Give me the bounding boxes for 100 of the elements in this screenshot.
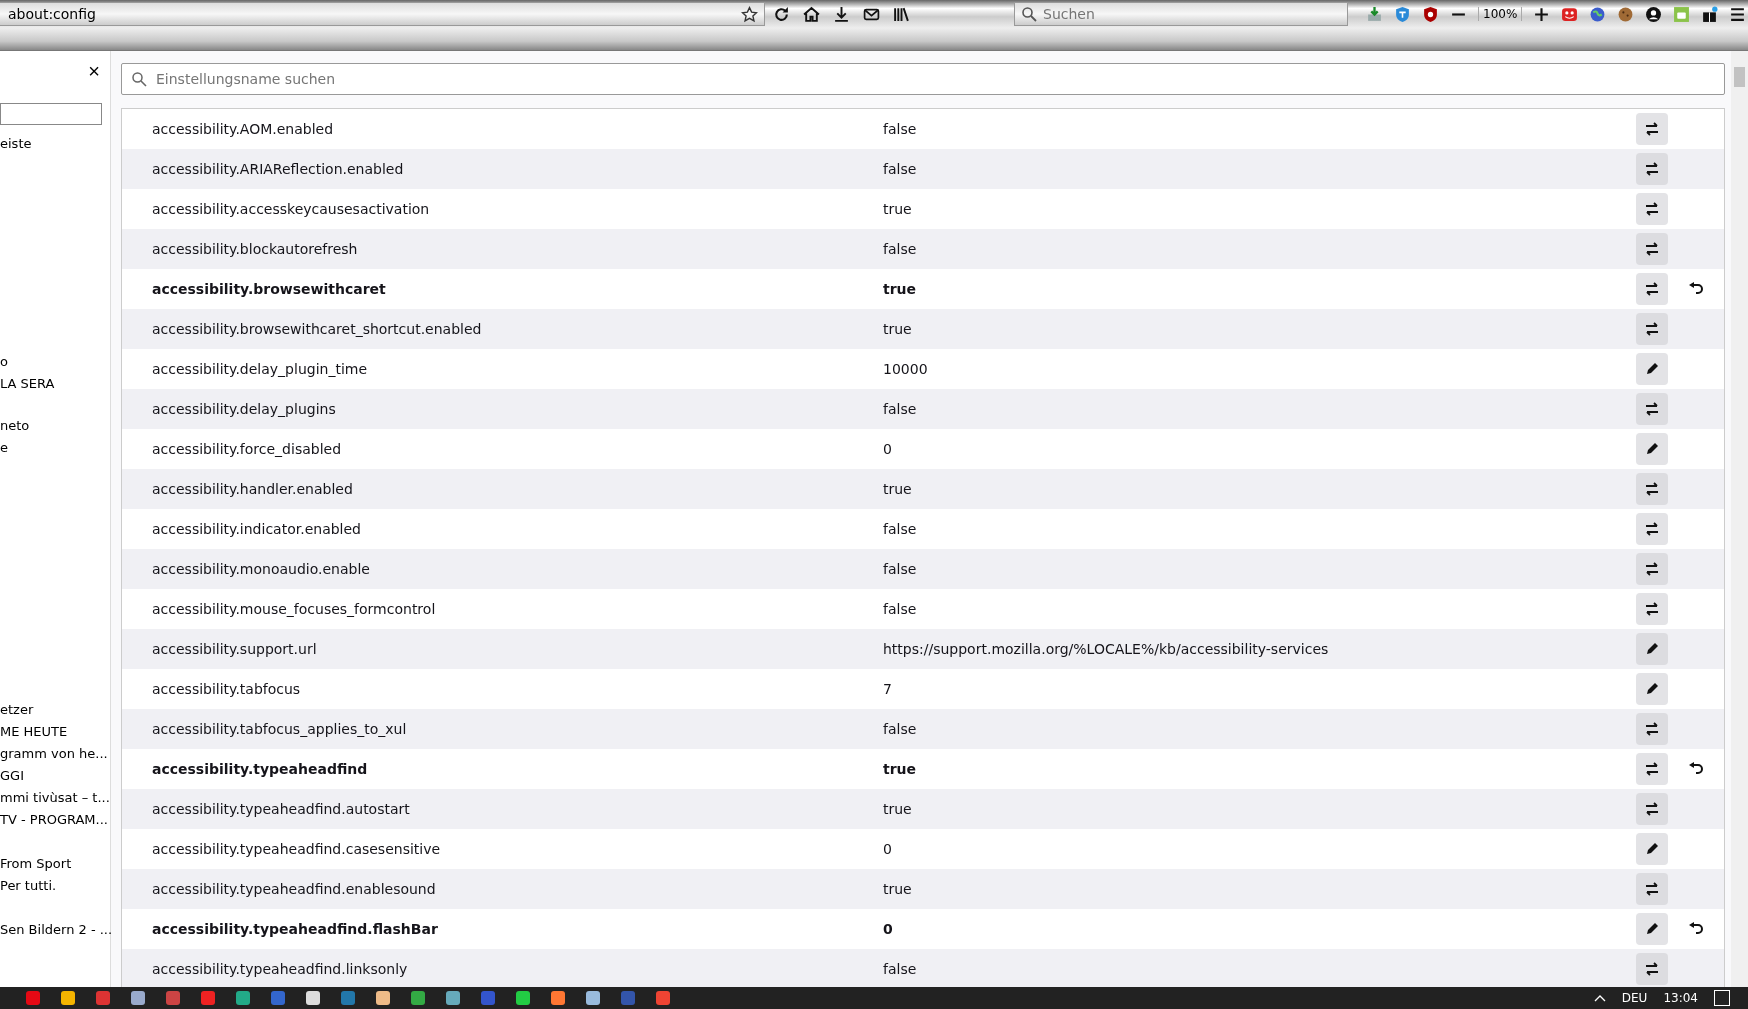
library-icon[interactable] bbox=[893, 5, 910, 23]
toggle-button[interactable] bbox=[1636, 393, 1668, 425]
scrollbar-thumb[interactable] bbox=[1734, 67, 1745, 87]
language-indicator[interactable]: DEU bbox=[1621, 991, 1648, 1005]
toggle-button[interactable] bbox=[1636, 233, 1668, 265]
preference-name: accessibility.typeaheadfind.enablesound bbox=[151, 881, 437, 897]
reload-icon[interactable] bbox=[773, 5, 790, 23]
preference-value: false bbox=[883, 961, 918, 977]
preference-value: false bbox=[883, 521, 918, 537]
globe-icon[interactable] bbox=[1589, 5, 1607, 23]
edit-button[interactable] bbox=[1636, 353, 1668, 385]
edit-button[interactable] bbox=[1636, 433, 1668, 465]
url-text: about:config bbox=[8, 6, 96, 22]
swap-arrows-icon bbox=[1644, 561, 1660, 577]
download-icon[interactable] bbox=[833, 5, 850, 23]
toggle-button[interactable] bbox=[1636, 753, 1668, 785]
swap-arrows-icon bbox=[1644, 121, 1660, 137]
preference-name: accessibility.delay_plugins bbox=[151, 401, 337, 417]
preference-value: true bbox=[883, 281, 918, 297]
toggle-button[interactable] bbox=[1636, 153, 1668, 185]
preference-value: 0 bbox=[883, 921, 894, 937]
account-icon[interactable] bbox=[1645, 5, 1663, 23]
preference-value: https://support.mozilla.org/%LOCALE%/kb/accessibility-services bbox=[883, 641, 1330, 657]
bookmark-item[interactable]: GGI bbox=[0, 765, 110, 787]
clock[interactable]: 13:04 bbox=[1663, 991, 1698, 1005]
bookmark-item[interactable]: Sen Bildern 2 - ... bbox=[0, 919, 110, 941]
tray-download-icon[interactable] bbox=[1366, 5, 1383, 23]
toggle-button[interactable] bbox=[1636, 473, 1668, 505]
swap-arrows-icon bbox=[1644, 961, 1660, 977]
preference-name: accessibility.typeaheadfind.autostart bbox=[151, 801, 411, 817]
face-icon[interactable] bbox=[1561, 5, 1579, 23]
bookmark-item[interactable]: gramm von he... bbox=[0, 743, 110, 765]
bookmark-item[interactable]: From Sport bbox=[0, 853, 110, 875]
sidebar-search-field[interactable] bbox=[0, 103, 102, 125]
web-search-field[interactable]: Suchen bbox=[1014, 2, 1348, 26]
scrollbar[interactable] bbox=[1731, 51, 1748, 987]
toggle-button[interactable] bbox=[1636, 313, 1668, 345]
preference-value: true bbox=[883, 881, 913, 897]
close-button[interactable]: × bbox=[88, 61, 100, 81]
pencil-icon bbox=[1644, 361, 1660, 377]
zoom-in-icon[interactable] bbox=[1533, 5, 1551, 23]
bookmark-item[interactable]: LA SERA bbox=[0, 373, 110, 395]
toggle-button[interactable] bbox=[1636, 273, 1668, 305]
toggle-button[interactable] bbox=[1636, 513, 1668, 545]
home-icon[interactable] bbox=[803, 5, 820, 23]
preference-name: accessibility.blockautorefresh bbox=[151, 241, 359, 257]
toggle-button[interactable] bbox=[1636, 713, 1668, 745]
toggle-button[interactable] bbox=[1636, 113, 1668, 145]
gift-icon[interactable] bbox=[1701, 5, 1719, 23]
bookmark-item[interactable]: mmi tivùsat – t... bbox=[0, 787, 110, 809]
preference-value: true bbox=[883, 801, 913, 817]
url-bar[interactable]: about:config bbox=[0, 2, 765, 26]
reset-icon[interactable] bbox=[1688, 281, 1704, 297]
pencil-icon bbox=[1644, 921, 1660, 937]
notification-icon[interactable] bbox=[1714, 990, 1730, 1006]
toggle-button[interactable] bbox=[1636, 793, 1668, 825]
preference-value: false bbox=[883, 121, 918, 137]
preference-value: false bbox=[883, 241, 918, 257]
bookmark-item[interactable]: TV - PROGRAM... bbox=[0, 809, 110, 831]
bookmark-item[interactable]: o bbox=[0, 351, 110, 373]
edit-button[interactable] bbox=[1636, 833, 1668, 865]
toggle-button[interactable] bbox=[1636, 873, 1668, 905]
preference-name: accessibility.tabfocus_applies_to_xul bbox=[151, 721, 408, 737]
bookmark-item[interactable]: ME HEUTE bbox=[0, 721, 110, 743]
shield-icon[interactable] bbox=[1422, 5, 1439, 23]
bookmark-item[interactable]: Per tutti. bbox=[0, 875, 110, 897]
edit-button[interactable] bbox=[1636, 633, 1668, 665]
swap-arrows-icon bbox=[1644, 761, 1660, 777]
preference-value: 7 bbox=[883, 681, 893, 697]
swap-arrows-icon bbox=[1644, 161, 1660, 177]
swap-arrows-icon bbox=[1644, 521, 1660, 537]
bookmark-item[interactable]: e bbox=[0, 437, 110, 459]
preference-name: accessibility.typeaheadfind bbox=[151, 761, 369, 777]
edit-button[interactable] bbox=[1636, 673, 1668, 705]
toggle-button[interactable] bbox=[1636, 953, 1668, 985]
preference-value: 0 bbox=[883, 841, 893, 857]
toggle-button[interactable] bbox=[1636, 553, 1668, 585]
preference-value: true bbox=[883, 481, 913, 497]
zoom-level[interactable]: 100% bbox=[1478, 7, 1523, 21]
preference-value: false bbox=[883, 401, 918, 417]
shield-icon[interactable] bbox=[1394, 5, 1411, 23]
bookmark-item[interactable]: neto bbox=[0, 415, 110, 437]
preference-name: accessibility.typeaheadfind.flashBar bbox=[151, 921, 439, 937]
menu-icon[interactable] bbox=[1729, 5, 1747, 23]
star-icon[interactable] bbox=[741, 5, 758, 23]
swap-arrows-icon bbox=[1644, 801, 1660, 817]
chevron-up-icon[interactable] bbox=[1593, 994, 1606, 1002]
preference-value: false bbox=[883, 721, 918, 737]
preference-value: true bbox=[883, 761, 918, 777]
bookmark-item[interactable]: eiste bbox=[0, 133, 110, 155]
preference-name: accessibility.support.url bbox=[151, 641, 318, 657]
toggle-button[interactable] bbox=[1636, 593, 1668, 625]
reset-icon[interactable] bbox=[1688, 921, 1704, 937]
toggle-button[interactable] bbox=[1636, 193, 1668, 225]
preference-name: accessibility.typeaheadfind.linksonly bbox=[151, 961, 409, 977]
search-field[interactable]: Einstellungsname suchen bbox=[121, 63, 1725, 95]
cookie-icon[interactable] bbox=[1617, 5, 1635, 23]
bookmark-item[interactable]: etzer bbox=[0, 699, 110, 721]
edit-button[interactable] bbox=[1636, 913, 1668, 945]
reset-icon[interactable] bbox=[1688, 761, 1704, 777]
